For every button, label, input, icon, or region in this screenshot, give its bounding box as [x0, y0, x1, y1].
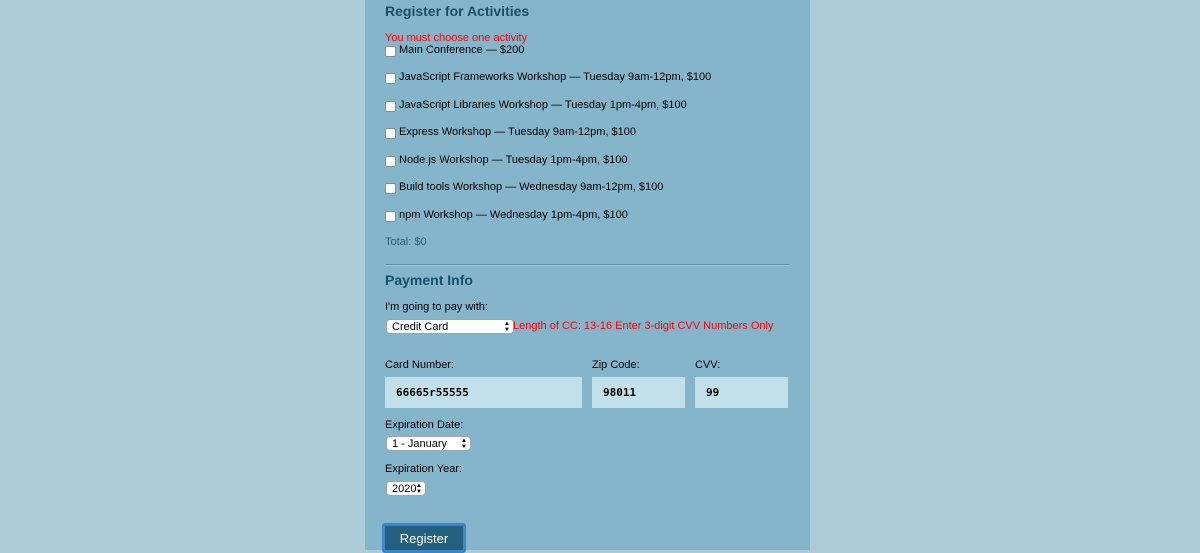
activity-item-nodejs[interactable]: Node.js Workshop — Tuesday 1pm-4pm, $100 [385, 153, 627, 167]
activity-item-express[interactable]: Express Workshop — Tuesday 9am-12pm, $10… [385, 125, 636, 139]
expiration-date-value: 1 - January [392, 437, 448, 450]
zip-code-label: Zip Code: [592, 359, 640, 371]
card-number-label: Card Number: [385, 359, 455, 371]
register-button[interactable]: Register [382, 523, 466, 553]
activity-label: JavaScript Libraries Workshop — Tuesday … [399, 99, 687, 111]
zip-code-value: 98011 [603, 386, 637, 399]
activities-total: Total: $0 [385, 236, 427, 248]
card-number-value: 66665r55555 [396, 386, 469, 399]
activity-label: Express Workshop — Tuesday 9am-12pm, $10… [399, 126, 637, 138]
activity-item-build-tools[interactable]: Build tools Workshop — Wednesday 9am-12p… [385, 180, 663, 194]
activity-item-js-libraries[interactable]: JavaScript Libraries Workshop — Tuesday … [385, 98, 687, 112]
activity-item-main-conference[interactable]: Main Conference — $200 [385, 43, 524, 57]
expiration-date-label: Expiration Date: [385, 419, 464, 431]
payment-method-value: Credit Card [392, 320, 449, 333]
activity-label: Build tools Workshop — Wednesday 9am-12p… [399, 181, 664, 193]
section-divider [385, 264, 789, 266]
payment-error: Length of CC: 13-16 Enter 3-digit CVV Nu… [513, 320, 774, 332]
activity-checkbox[interactable] [385, 100, 396, 112]
select-arrows-icon: ▲ ▼ [416, 483, 422, 495]
activity-label: Main Conference — $200 [399, 44, 525, 56]
expiration-year-value: 2020 [392, 482, 417, 495]
activity-checkbox[interactable] [385, 182, 396, 194]
card-number-input[interactable]: 66665r55555 [385, 377, 582, 408]
payment-method-select[interactable]: Credit Card ▲ ▼ [386, 319, 514, 334]
expiration-year-label: Expiration Year: [385, 463, 463, 475]
activity-checkbox[interactable] [385, 210, 396, 222]
activity-label: JavaScript Frameworks Workshop — Tuesday… [399, 71, 712, 83]
activity-checkbox[interactable] [385, 155, 396, 167]
cvv-input[interactable]: 99 [695, 377, 788, 408]
cvv-label: CVV: [695, 359, 721, 371]
activity-checkbox[interactable] [385, 72, 396, 84]
expiration-year-select[interactable]: 2020 ▲ ▼ [386, 481, 426, 496]
activity-checkbox[interactable] [385, 45, 396, 57]
pay-method-label: I'm going to pay with: [385, 301, 488, 313]
expiration-date-select[interactable]: 1 - January ▲ ▼ [386, 436, 471, 451]
cvv-value: 99 [706, 386, 720, 399]
activity-item-npm[interactable]: npm Workshop — Wednesday 1pm-4pm, $100 [385, 208, 628, 222]
activity-label: npm Workshop — Wednesday 1pm-4pm, $100 [399, 209, 628, 221]
select-arrows-icon: ▲ ▼ [504, 321, 510, 333]
activity-label: Node.js Workshop — Tuesday 1pm-4pm, $100 [399, 154, 628, 166]
activity-checkbox[interactable] [385, 127, 396, 139]
activity-item-js-frameworks[interactable]: JavaScript Frameworks Workshop — Tuesday… [385, 70, 711, 84]
select-arrows-icon: ▲ ▼ [461, 438, 467, 450]
payment-heading: Payment Info [385, 272, 473, 288]
zip-code-input[interactable]: 98011 [592, 377, 685, 408]
activities-heading: Register for Activities [385, 3, 530, 19]
